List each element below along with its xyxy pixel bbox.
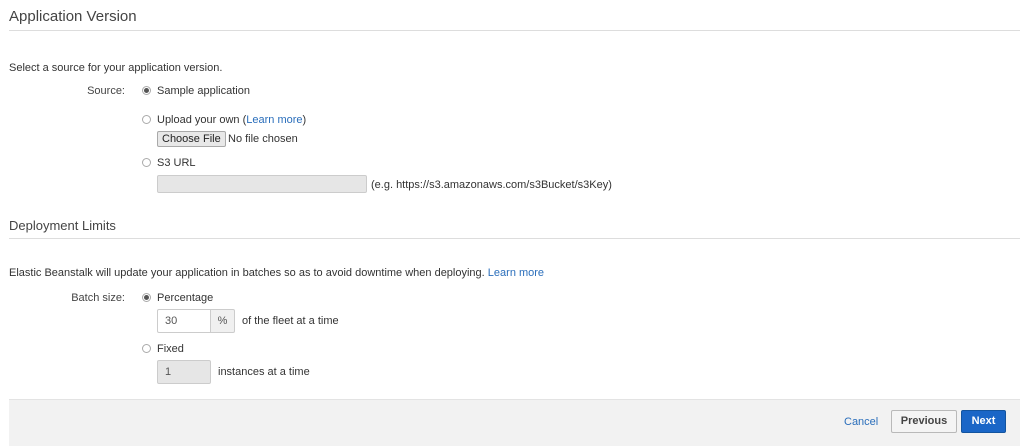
percent-addon: % xyxy=(211,309,235,333)
fixed-input[interactable]: 1 xyxy=(157,360,211,384)
deployment-intro-text: Elastic Beanstalk will update your appli… xyxy=(9,266,544,280)
s3-url-label[interactable]: S3 URL xyxy=(157,156,196,170)
source-label: Source: xyxy=(87,85,125,97)
percentage-suffix: of the fleet at a time xyxy=(242,315,339,327)
source-intro-text: Select a source for your application ver… xyxy=(9,62,223,74)
radio-fixed[interactable] xyxy=(142,344,151,353)
choose-file-button[interactable]: Choose File xyxy=(157,131,226,147)
percentage-input[interactable]: 30 xyxy=(157,309,211,333)
next-button[interactable]: Next xyxy=(961,410,1006,433)
radio-s3-url[interactable] xyxy=(142,158,151,167)
percentage-label[interactable]: Percentage xyxy=(157,291,213,305)
cancel-link[interactable]: Cancel xyxy=(844,415,878,429)
section-divider xyxy=(9,238,1020,239)
upload-label-suffix: ) xyxy=(302,114,307,126)
s3-url-input[interactable] xyxy=(157,175,367,193)
deployment-learn-more-link[interactable]: Learn more xyxy=(488,267,544,279)
fixed-suffix: instances at a time xyxy=(218,366,310,378)
learn-more-link[interactable]: Learn more xyxy=(246,114,302,126)
deployment-intro: Elastic Beanstalk will update your appli… xyxy=(9,267,485,279)
radio-sample-application[interactable] xyxy=(142,86,151,95)
upload-label-text: Upload your own ( xyxy=(157,114,247,126)
radio-percentage[interactable] xyxy=(142,293,151,302)
no-file-chosen-text: No file chosen xyxy=(228,133,298,145)
radio-upload-your-own[interactable] xyxy=(142,115,151,124)
fixed-label[interactable]: Fixed xyxy=(157,342,184,356)
sample-application-label[interactable]: Sample application xyxy=(157,84,250,98)
s3-url-hint: (e.g. https://s3.amazonaws.com/s3Bucket/… xyxy=(371,179,612,191)
batch-size-label: Batch size: xyxy=(71,292,125,304)
upload-your-own-label[interactable]: Upload your own (Learn more) xyxy=(157,113,306,127)
section-divider xyxy=(9,30,1020,31)
section-title-application-version: Application Version xyxy=(9,8,137,25)
section-title-deployment-limits: Deployment Limits xyxy=(9,218,116,233)
previous-button[interactable]: Previous xyxy=(891,410,957,433)
